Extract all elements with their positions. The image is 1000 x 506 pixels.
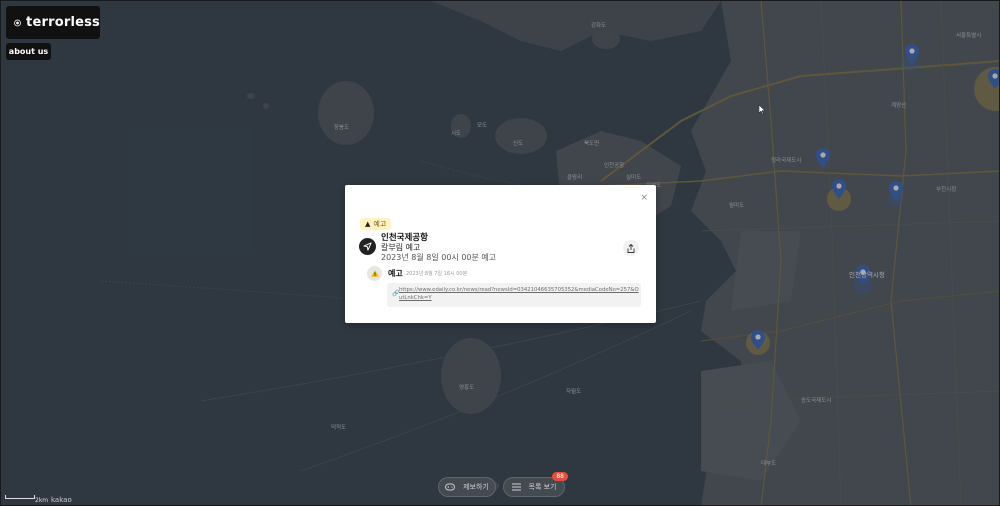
report-button[interactable]: 제보하기 [438, 477, 496, 497]
list-view-label: 목록 보기 [528, 483, 557, 491]
status-badge: ▲ 예고 [360, 218, 392, 230]
list-count-badge: 88 [552, 472, 568, 481]
status-badge-label: 예고 [373, 220, 387, 228]
about-us-button[interactable]: about us [6, 43, 51, 60]
warning-icon: ▲ [365, 220, 371, 228]
report-timestamp: 2023년 8월 7일 16시 00분 [406, 271, 468, 277]
close-button[interactable]: × [640, 193, 648, 203]
location-arrow-icon [359, 238, 376, 255]
map-scale: 2km [5, 495, 48, 504]
list-icon [511, 483, 521, 491]
scheduled-time: 2023년 8월 8일 00시 00분 예고 [381, 253, 497, 262]
report-button-label: 제보하기 [463, 483, 489, 491]
target-logo-icon [14, 19, 21, 26]
source-link-box: 🔗 https://www.edaily.co.kr/news/read?new… [387, 283, 641, 307]
share-button[interactable] [623, 240, 639, 256]
share-icon [627, 243, 635, 253]
scale-label: 2km [35, 497, 49, 504]
brand-name: terrorless [26, 15, 100, 30]
map-attribution[interactable]: kakao [51, 496, 72, 504]
warning-icon [367, 266, 382, 281]
incident-detail-modal: × ▲ 예고 인천국제공항 칼부림 예고 2023년 8월 8일 00시 00분… [345, 185, 656, 323]
source-link[interactable]: https://www.edaily.co.kr/news/read?newsI… [399, 286, 639, 302]
app-frame: 인천광역시청 부천시청 장봉도 영흥도 신도 시도 모도 북도면 을왕리 무의도… [0, 0, 1000, 506]
list-view-button[interactable]: 목록 보기 88 [503, 472, 568, 497]
gamepad-icon [445, 483, 456, 491]
report-type: 예고 [388, 269, 403, 278]
mouse-cursor-icon [759, 105, 766, 115]
brand-logo[interactable]: terrorless [6, 6, 100, 39]
scale-bar [5, 495, 35, 499]
